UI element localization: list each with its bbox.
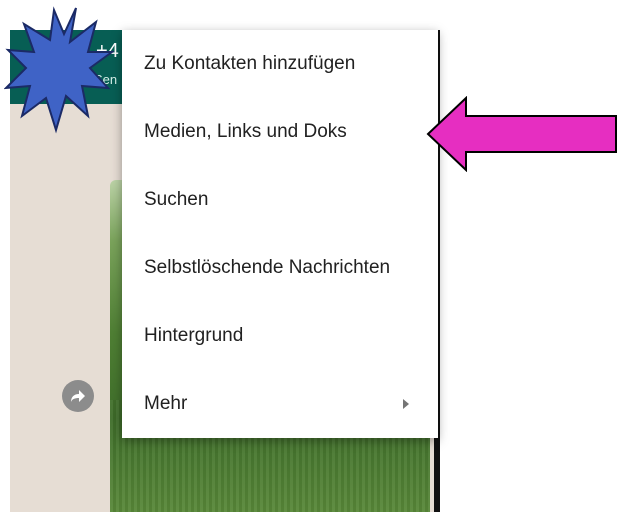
menu-item-more[interactable]: Mehr (122, 370, 438, 438)
menu-item-media-links-docs[interactable]: Medien, Links und Doks (122, 98, 438, 166)
forward-icon (71, 390, 85, 402)
menu-item-label: Zu Kontakten hinzufügen (144, 53, 356, 74)
menu-item-label: Selbstlöschende Nachrichten (144, 257, 391, 278)
menu-item-label: Mehr (144, 393, 188, 414)
arrow-annotation-icon (426, 96, 617, 172)
menu-item-label: Hintergrund (144, 325, 244, 346)
overflow-menu: Zu Kontakten hinzufügen Medien, Links un… (122, 30, 438, 438)
menu-item-label: Medien, Links und Doks (144, 121, 347, 142)
menu-item-label: Suchen (144, 189, 209, 210)
menu-item-add-to-contacts[interactable]: Zu Kontakten hinzufügen (122, 30, 438, 98)
menu-item-search[interactable]: Suchen (122, 166, 438, 234)
starburst-annotation-icon (4, 6, 114, 134)
forward-button[interactable] (62, 380, 94, 412)
submenu-arrow-icon (403, 399, 409, 409)
menu-item-wallpaper[interactable]: Hintergrund (122, 302, 438, 370)
menu-item-disappearing-messages[interactable]: Selbstlöschende Nachrichten (122, 234, 438, 302)
